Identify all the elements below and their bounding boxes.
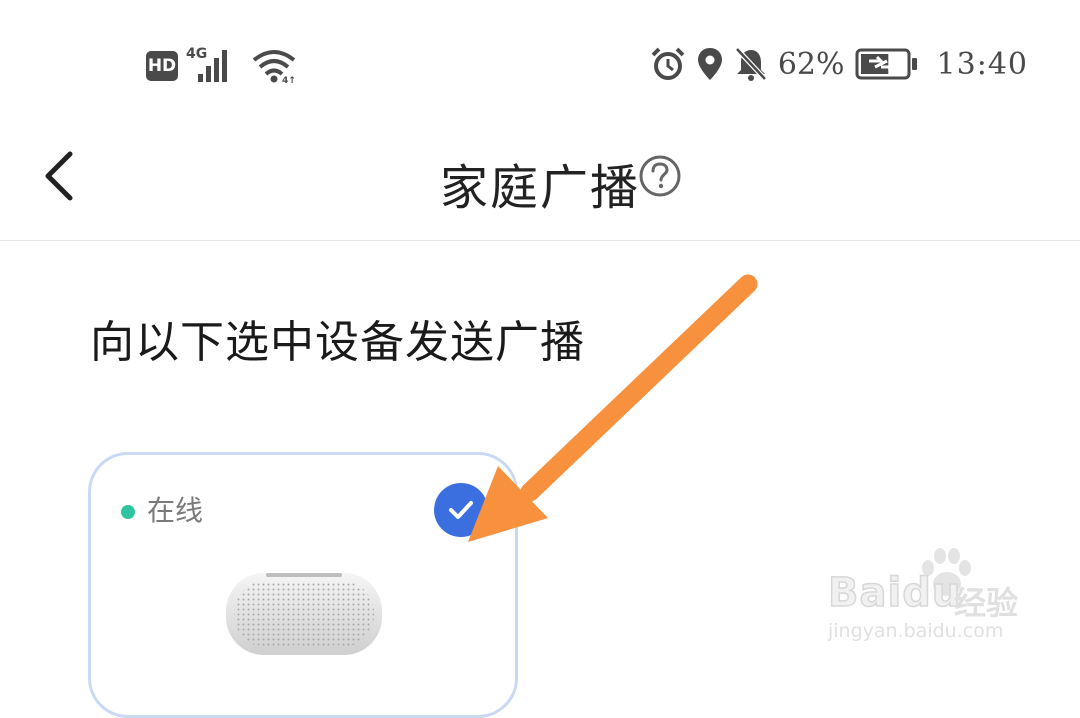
wifi-icon: 4↑ [252, 50, 296, 84]
location-icon [697, 48, 722, 80]
instruction-text: 向以下选中设备发送广播 [90, 317, 585, 368]
checkmark-icon [449, 501, 473, 519]
status-bar: HD 4G 4↑ 62% 13:40 [0, 0, 1080, 120]
selected-checkbox[interactable] [434, 483, 488, 537]
online-status-label: 在线 [147, 494, 204, 527]
alarm-icon [651, 47, 685, 80]
battery-charging-icon [855, 48, 917, 80]
battery-percent: 62% [777, 46, 845, 82]
signal-icon [198, 50, 227, 82]
baidu-watermark: Baidu 经验 jingyan.baidu.com [827, 548, 1038, 648]
svg-text:4↑: 4↑ [282, 76, 296, 84]
watermark-url: jingyan.baidu.com [828, 620, 1004, 642]
speaker-device-image [226, 573, 382, 655]
clock: 13:40 [936, 46, 1028, 82]
mute-bell-icon [735, 47, 767, 81]
hd-badge: HD [146, 51, 178, 81]
device-card[interactable]: 在线 [88, 452, 518, 718]
question-circle-icon [639, 155, 681, 197]
watermark-chinese: 经验 [954, 584, 1019, 622]
status-right-group: 62% 13:40 [650, 46, 1028, 82]
status-left-group: HD 4G 4↑ [146, 46, 296, 84]
watermark-brand: Baidu [827, 569, 962, 617]
online-status-dot [121, 505, 135, 519]
help-button[interactable] [638, 154, 682, 198]
page-title: 家庭广播 [439, 160, 640, 216]
network-group: 4G [186, 46, 242, 84]
app-header: 家庭广播 [0, 120, 1080, 241]
